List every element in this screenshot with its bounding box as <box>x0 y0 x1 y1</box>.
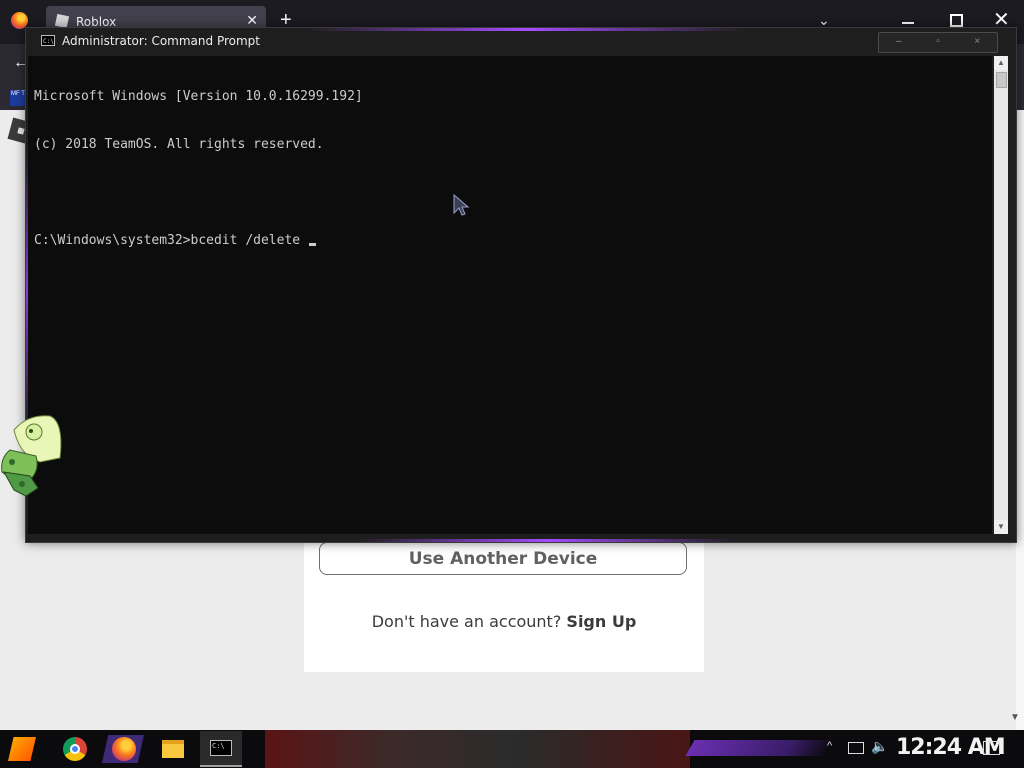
maximize-button[interactable]: ▫ <box>918 33 957 52</box>
desktop-mascot-icon <box>1 415 62 497</box>
window-controls: – ▫ × <box>878 32 998 53</box>
notification-icon[interactable] <box>983 741 1000 755</box>
tray-chevron-icon[interactable]: ^ <box>827 740 832 752</box>
volume-icon[interactable]: 🔈 <box>871 738 888 755</box>
roblox-favicon-icon <box>54 13 70 29</box>
command-prompt-window[interactable]: C:\ Administrator: Command Prompt – ▫ × … <box>25 27 1017 543</box>
taskbar-accent <box>685 740 835 756</box>
minimize-button[interactable]: – <box>879 33 918 52</box>
chrome-icon[interactable] <box>63 737 87 761</box>
window-title: Administrator: Command Prompt <box>62 34 260 48</box>
file-explorer-icon[interactable] <box>162 740 184 758</box>
sign-up-link[interactable]: Sign Up <box>566 612 636 631</box>
console-scrollbar[interactable]: ▲ ▼ <box>994 56 1008 534</box>
browser-maximize-button[interactable] <box>950 14 963 27</box>
command-prompt-task[interactable]: C:\ <box>200 731 242 767</box>
command-input-line[interactable]: C:\Windows\system32>bcedit /delete <box>34 233 363 249</box>
close-button[interactable]: × <box>958 33 997 52</box>
start-icon[interactable] <box>8 737 36 761</box>
console-line: (c) 2018 TeamOS. All rights reserved. <box>34 137 324 152</box>
page-scrollbar[interactable] <box>1016 110 1024 730</box>
scroll-thumb[interactable] <box>996 72 1007 88</box>
no-account-text: Don't have an account? <box>371 612 562 631</box>
network-icon[interactable] <box>848 742 864 754</box>
scroll-up-icon[interactable]: ▲ <box>994 56 1008 70</box>
browser-minimize-button[interactable] <box>902 22 914 24</box>
console-output[interactable]: Microsoft Windows [Version 10.0.16299.19… <box>28 56 992 534</box>
extension-icon[interactable]: MF T <box>10 90 26 106</box>
page-scroll-down-icon[interactable]: ▼ <box>1010 712 1020 723</box>
command-prompt-icon: C:\ <box>210 740 232 756</box>
use-another-device-button[interactable]: Use Another Device <box>319 542 687 575</box>
mouse-pointer-icon <box>453 193 470 216</box>
text-cursor <box>308 243 316 246</box>
taskbar-wallpaper-band <box>265 730 690 768</box>
window-glow-bottom <box>356 539 736 542</box>
prompt-command-text: C:\Windows\system32>bcedit /delete <box>34 233 308 248</box>
firefox-icon[interactable] <box>112 737 136 761</box>
taskbar: C:\ ^ 🔈 12:24 AM <box>0 730 1024 768</box>
signup-prompt: Don't have an account? Sign Up <box>304 612 704 631</box>
console-line: Microsoft Windows [Version 10.0.16299.19… <box>34 89 363 104</box>
scroll-down-icon[interactable]: ▼ <box>994 520 1008 534</box>
cmd-title-bar[interactable]: C:\ Administrator: Command Prompt – ▫ × <box>26 28 1016 55</box>
command-prompt-icon: C:\ <box>41 35 55 46</box>
